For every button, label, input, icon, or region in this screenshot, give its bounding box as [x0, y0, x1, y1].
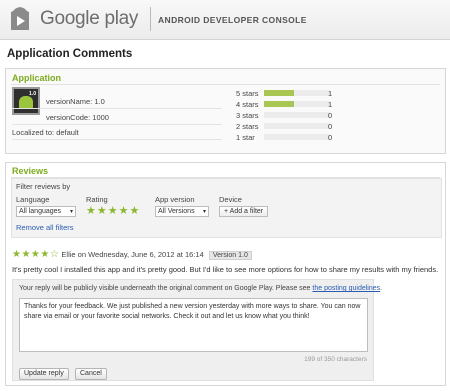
rating-row-count: 0 — [328, 133, 333, 142]
top-header: Google play ANDROID DEVELOPER CONSOLE — [0, 0, 450, 40]
version-badge: Version 1.0 — [208, 251, 252, 260]
version-name: versionName: 1.0 — [46, 97, 105, 106]
rating-bar-fill — [264, 101, 294, 107]
row-divider — [12, 139, 222, 140]
rating-row-label: 5 stars — [236, 89, 259, 98]
rating-label: Rating — [86, 195, 108, 204]
rating-bar-track — [264, 134, 330, 140]
update-reply-button[interactable]: Update reply — [19, 368, 69, 380]
reply-note: Your reply will be publicly visible unde… — [19, 285, 382, 292]
rating-bar-track — [264, 101, 330, 107]
rating-row-label: 3 stars — [236, 111, 259, 120]
google-play-logo-icon[interactable] — [8, 6, 32, 32]
language-label: Language — [16, 195, 50, 204]
app-icon: 1.0 — [12, 87, 40, 115]
rating-row: 5 stars 1 — [236, 89, 436, 99]
reply-box: Your reply will be publicly visible unde… — [12, 279, 382, 381]
reviews-section-title: Reviews — [12, 166, 49, 176]
rating-row-label: 2 stars — [236, 122, 259, 131]
rating-row-count: 1 — [328, 89, 333, 98]
reply-note-suffix: . — [380, 285, 383, 292]
application-section-title: Application — [12, 73, 61, 83]
page-title: Application Comments — [7, 48, 133, 60]
rating-row-count: 0 — [328, 111, 333, 120]
reviews-panel: Reviews Filter reviews by Language All l… — [5, 162, 446, 386]
review-author: Ellie on Wednesday, June 6, 2012 at 16:1… — [61, 250, 204, 259]
dropdown-arrow-icon: ▾ — [69, 209, 73, 215]
rating-row-count: 1 — [328, 100, 333, 109]
device-label: Device — [219, 195, 242, 204]
rating-bar-fill — [264, 90, 294, 96]
cancel-button[interactable]: Cancel — [75, 368, 107, 380]
application-panel: Application 1.0 versionName: 1.0 version… — [5, 68, 446, 154]
rating-row: 1 star 0 — [236, 133, 436, 143]
brand-name: Google play — [40, 8, 139, 29]
rating-row: 3 stars 0 — [236, 111, 436, 121]
row-divider — [12, 108, 222, 109]
review-header: ★★★★☆ Ellie on Wednesday, June 6, 2012 a… — [12, 249, 252, 260]
rating-row: 4 stars 1 — [236, 100, 436, 110]
review-text: It's pretty cool I installed this app an… — [12, 265, 439, 274]
character-count: 199 of 350 characters — [304, 356, 367, 363]
language-select-value: All languages — [19, 208, 62, 215]
row-divider — [12, 124, 222, 125]
rating-row: 2 stars 0 — [236, 122, 436, 132]
posting-guidelines-link[interactable]: the posting guidelines — [312, 285, 380, 292]
rating-bar-track — [264, 123, 330, 129]
version-code: versionCode: 1000 — [46, 113, 109, 122]
section-divider — [11, 84, 440, 85]
app-version-label: App version — [155, 195, 195, 204]
language-select[interactable]: All languages ▾ — [16, 206, 76, 217]
rating-row-label: 1 star — [236, 133, 255, 142]
rating-bar-track — [264, 112, 330, 118]
app-version-select-value: All Versions — [158, 208, 195, 215]
filter-heading: Filter reviews by — [16, 182, 71, 191]
remove-all-filters-link[interactable]: Remove all filters — [16, 223, 74, 232]
rating-bar-track — [264, 90, 330, 96]
header-divider — [150, 7, 151, 31]
filter-box: Filter reviews by Language All languages… — [11, 178, 442, 238]
rating-row-count: 0 — [328, 122, 333, 131]
add-filter-button[interactable]: + Add a filter — [219, 206, 269, 217]
rating-filter-stars[interactable]: ★★★★★ — [86, 204, 140, 217]
reply-note-text: Your reply will be publicly visible unde… — [19, 285, 311, 292]
dropdown-arrow-icon: ▾ — [202, 209, 206, 215]
app-version-select[interactable]: All Versions ▾ — [155, 206, 209, 217]
localized-to: Localized to: default — [12, 128, 79, 137]
app-icon-version: 1.0 — [29, 91, 36, 97]
rating-row-label: 4 stars — [236, 100, 259, 109]
review-rating-stars: ★★★★☆ — [12, 249, 60, 260]
reply-textarea[interactable]: Thanks for your feedback. We just publis… — [19, 298, 368, 352]
console-title: ANDROID DEVELOPER CONSOLE — [158, 15, 307, 25]
